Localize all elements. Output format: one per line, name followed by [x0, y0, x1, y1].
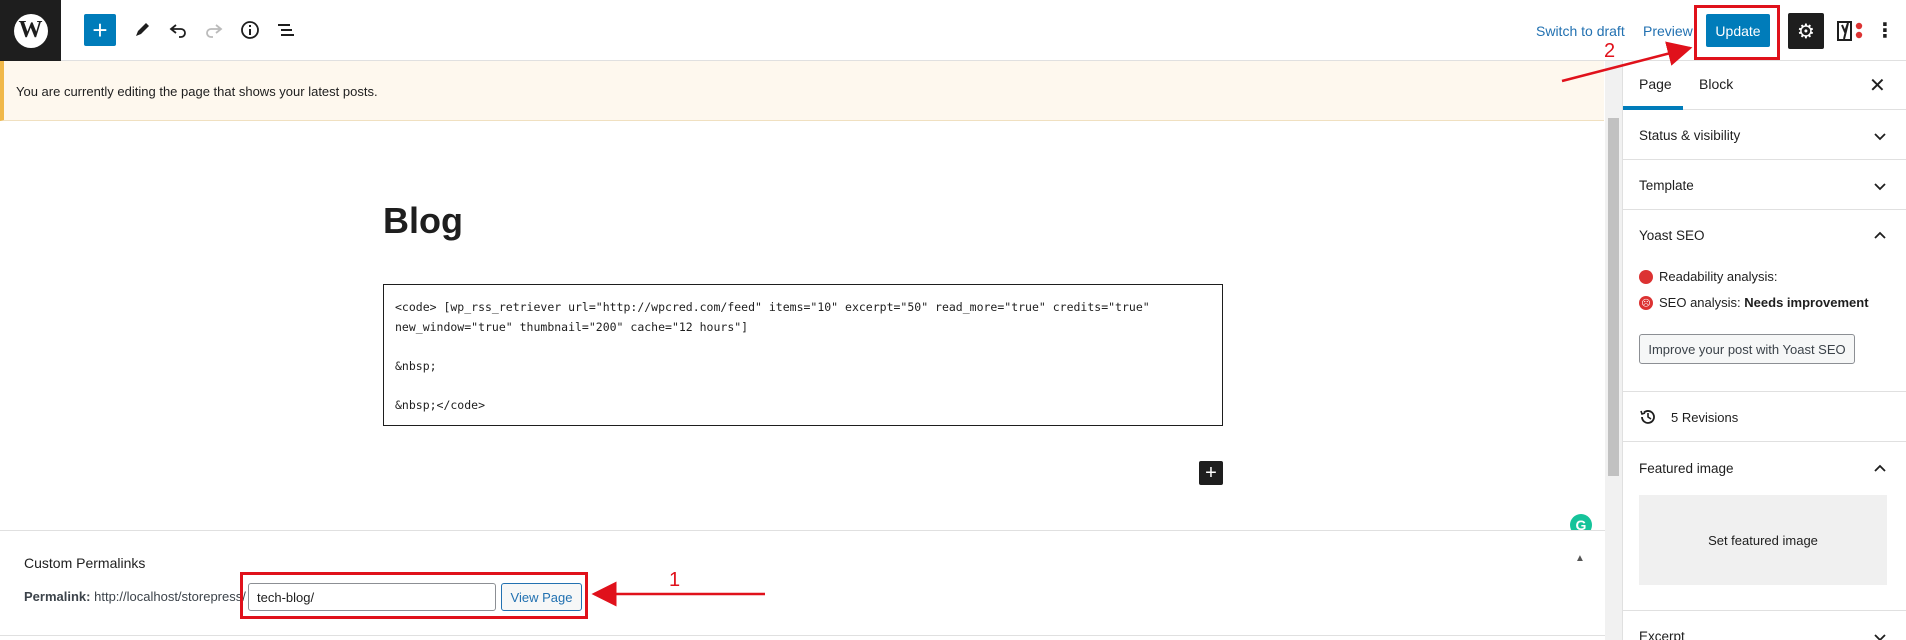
tab-block[interactable]: Block [1699, 76, 1733, 92]
plus-icon: + [92, 14, 108, 45]
panel-yoast-seo: Yoast SEO Readability analysis: ☹ SEO an… [1623, 210, 1906, 392]
pencil-icon [136, 23, 149, 36]
list-view-icon [278, 24, 294, 36]
chevron-down-icon [1874, 634, 1886, 640]
info-icon [241, 21, 259, 39]
readability-label: Readability analysis: [1659, 269, 1778, 284]
gear-icon: ⚙ [1797, 20, 1815, 43]
notice-text: You are currently editing the page that … [16, 84, 378, 99]
code-block[interactable]: <code> [wp_rss_retriever url="http://wpc… [383, 284, 1223, 426]
list-view-button[interactable] [270, 14, 302, 46]
tools-button[interactable] [126, 14, 158, 46]
metabox-title: Custom Permalinks [24, 555, 146, 571]
preview-link[interactable]: Preview [1643, 23, 1693, 39]
close-icon[interactable]: ✕ [1869, 73, 1886, 98]
seo-analysis-label: SEO analysis: [1659, 295, 1741, 310]
add-block-button[interactable]: + [84, 14, 116, 46]
permalink-label-text: Permalink: [24, 589, 91, 604]
settings-button[interactable]: ⚙ [1788, 13, 1824, 49]
panel-revisions[interactable]: 5 Revisions [1623, 392, 1906, 442]
yoast-seo-button[interactable] [1832, 13, 1868, 49]
divider [0, 635, 1605, 636]
panel-status-visibility[interactable]: Status & visibility [1623, 110, 1906, 160]
more-options-button[interactable]: ⋮ [1873, 14, 1897, 46]
set-featured-image-button[interactable]: Set featured image [1639, 495, 1887, 585]
collapse-triangle-icon[interactable]: ▲ [1575, 553, 1585, 564]
chevron-down-icon [1874, 133, 1886, 141]
annotation-box-update [1694, 5, 1780, 60]
details-button[interactable] [234, 14, 266, 46]
sad-face-icon: ☹ [1639, 296, 1653, 310]
plus-icon: + [1205, 461, 1217, 484]
undo-icon [169, 24, 186, 38]
editing-notice: You are currently editing the page that … [0, 61, 1604, 121]
improve-with-yoast-button[interactable]: Improve your post with Yoast SEO [1639, 334, 1855, 364]
panel-excerpt[interactable]: Excerpt [1623, 611, 1906, 640]
undo-button[interactable] [162, 14, 194, 46]
annotation-label-2: 2 [1604, 40, 1616, 62]
panel-title: Template [1639, 178, 1694, 193]
panel-template[interactable]: Template [1623, 160, 1906, 210]
redo-icon [206, 24, 223, 38]
editor-toolbar: W + Switch to draft Preview Update ⚙ ⋮ [0, 0, 1906, 61]
annotation-box-permalink [240, 572, 588, 619]
block-inserter-button[interactable]: + [1199, 461, 1223, 485]
yoast-icon [1837, 21, 1863, 41]
page-title[interactable]: Blog [383, 200, 463, 242]
wordpress-logo-button[interactable]: W [0, 0, 61, 61]
permalink-label: Permalink: http://localhost/storepress/ [24, 589, 246, 604]
chevron-up-icon[interactable] [1873, 229, 1887, 243]
tab-page[interactable]: Page [1639, 76, 1672, 92]
code-line: &nbsp;</code> [395, 397, 486, 412]
chevron-up-icon[interactable] [1873, 462, 1887, 476]
readability-status-icon [1639, 270, 1653, 284]
panel-title: Excerpt [1639, 629, 1685, 640]
scrollbar-thumb[interactable] [1608, 118, 1619, 476]
permalink-base-url: http://localhost/storepress/ [94, 589, 246, 604]
code-line: &nbsp; [395, 358, 437, 373]
panel-title[interactable]: Featured image [1639, 461, 1734, 476]
code-line: <code> [wp_rss_retriever url="http://wpc… [395, 300, 1150, 314]
chevron-down-icon [1874, 183, 1886, 191]
panel-title[interactable]: Yoast SEO [1639, 228, 1705, 243]
settings-sidebar: Page Block ✕ Status & visibility Templat… [1622, 61, 1906, 640]
panel-title: Status & visibility [1639, 128, 1741, 143]
code-line: new_window="true" thumbnail="200" cache=… [395, 319, 749, 334]
seo-analysis: SEO analysis: Needs improvement [1659, 295, 1869, 310]
annotation-label-1: 1 [669, 569, 681, 591]
panel-featured-image: Featured image Set featured image [1623, 442, 1906, 611]
redo-button[interactable] [198, 14, 230, 46]
revisions-link: 5 Revisions [1671, 410, 1739, 425]
sidebar-tabs: Page Block ✕ [1623, 61, 1906, 110]
seo-analysis-value: Needs improvement [1744, 295, 1869, 310]
more-icon: ⋮ [1875, 19, 1895, 42]
history-icon [1640, 410, 1655, 424]
wordpress-logo-icon: W [13, 13, 48, 48]
switch-to-draft-link[interactable]: Switch to draft [1536, 23, 1625, 39]
